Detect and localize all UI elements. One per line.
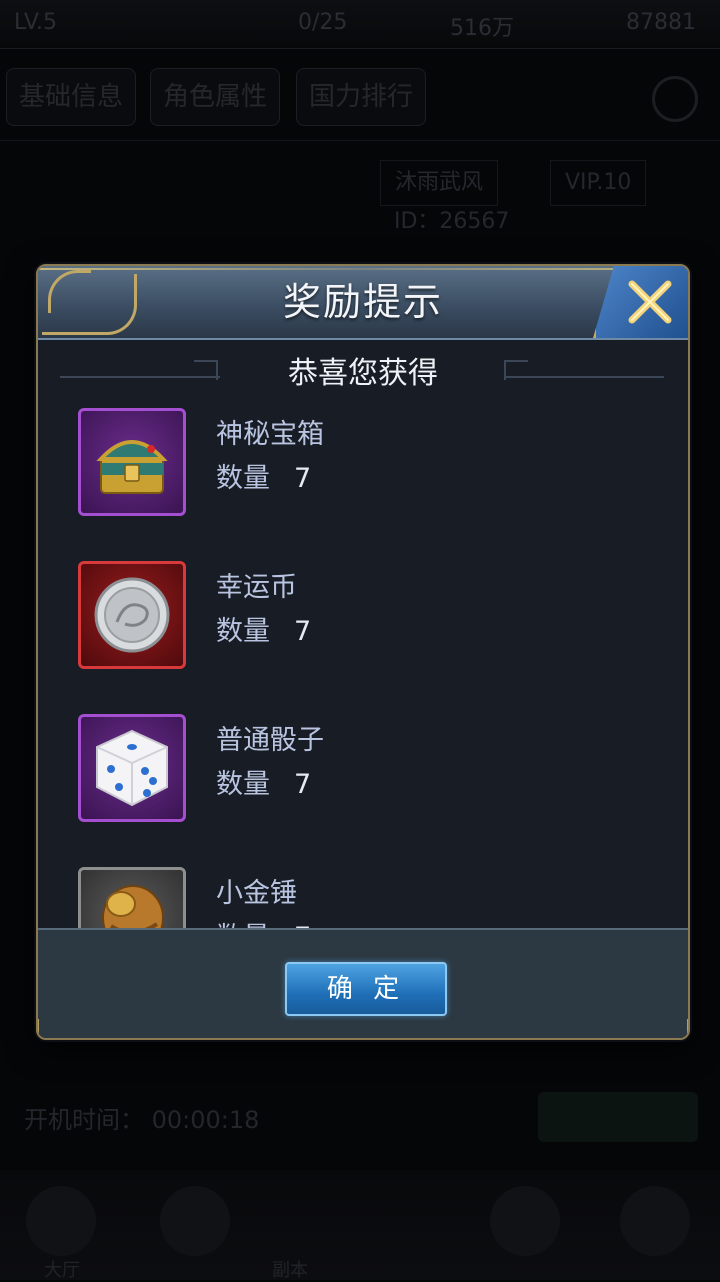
quantity-label: 数量 — [216, 769, 270, 800]
background-timer-value: 00:00:18 — [151, 1106, 260, 1134]
background-bottom-nav: 大厅 副本 — [0, 1170, 720, 1281]
background-player-id: ID：26567 — [394, 209, 510, 234]
treasure-chest-icon — [78, 408, 186, 516]
background-nav-icon — [620, 1186, 690, 1256]
subtitle-divider-right — [506, 376, 664, 378]
reward-dialog: 奖励提示 恭喜您获得 神秘宝箱 数量 7 幸运币 数量 7 普通骰子 数量 7 … — [36, 264, 690, 1040]
reward-list[interactable]: 神秘宝箱 数量 7 幸运币 数量 7 普通骰子 数量 7 小金锤 — [38, 396, 688, 928]
background-divider — [0, 140, 720, 141]
reward-item: 普通骰子 数量 7 — [78, 714, 638, 826]
background-timer: 开机时间： 00:00:18 — [24, 1100, 259, 1135]
footer-ornament — [38, 1019, 59, 1038]
background-level: LV.5 — [14, 10, 58, 35]
dialog-header: 奖励提示 — [38, 266, 688, 340]
background-nav-label: 大厅 — [44, 1260, 80, 1281]
background-nav-icon — [490, 1186, 560, 1256]
quantity-value: 7 — [294, 769, 312, 800]
reward-item: 神秘宝箱 数量 7 — [78, 408, 638, 520]
footer-ornament — [667, 1019, 688, 1038]
reward-item: 小金锤 数量7 — [78, 867, 638, 928]
background-top-bar: LV.5 0/25 516万 87881 — [0, 0, 720, 49]
lucky-coin-icon — [78, 561, 186, 669]
reward-item-name: 神秘宝箱 — [216, 419, 324, 450]
background-tab-ranking: 国力排行 — [296, 68, 427, 126]
reward-item-name: 小金锤 — [216, 878, 297, 909]
close-icon — [628, 280, 672, 324]
background-tab-attributes: 角色属性 — [150, 68, 281, 126]
background-green-button — [538, 1092, 698, 1142]
quantity-label: 数量 — [216, 463, 270, 494]
quantity-value: 7 — [294, 463, 312, 494]
golden-hammer-icon — [78, 867, 186, 928]
background-tab-basic: 基础信息 — [6, 68, 137, 126]
background-gems: 87881 — [626, 10, 696, 35]
background-nav-icon — [160, 1186, 230, 1256]
quantity-label: 数量 — [216, 616, 270, 647]
background-count: 0/25 — [298, 10, 348, 35]
background-coins: 516万 — [450, 16, 514, 41]
reward-item-quantity: 数量 7 — [216, 456, 311, 495]
reward-item-quantity: 数量7 — [216, 915, 311, 928]
reward-item-name: 幸运币 — [216, 572, 297, 603]
confirm-button[interactable]: 确 定 — [285, 962, 447, 1016]
reward-item-name: 普通骰子 — [216, 725, 324, 756]
background-nav-label: 副本 — [272, 1260, 308, 1281]
background-settings-icon — [652, 76, 698, 122]
background-vip: VIP.10 — [550, 160, 647, 206]
dice-icon — [78, 714, 186, 822]
dialog-footer: 确 定 — [38, 928, 688, 1038]
reward-item-quantity: 数量 7 — [216, 762, 311, 801]
subtitle-ornament-left — [194, 360, 218, 380]
quantity-value: 7 — [294, 616, 312, 647]
subtitle-ornament-right — [504, 360, 528, 380]
dialog-subtitle: 恭喜您获得 — [288, 356, 438, 391]
dialog-title: 奖励提示 — [282, 280, 443, 324]
background-timer-label: 开机时间： — [24, 1106, 144, 1134]
reward-item: 幸运币 数量 7 — [78, 561, 638, 673]
background-nav-icon — [26, 1186, 96, 1256]
reward-item-quantity: 数量 7 — [216, 609, 311, 648]
